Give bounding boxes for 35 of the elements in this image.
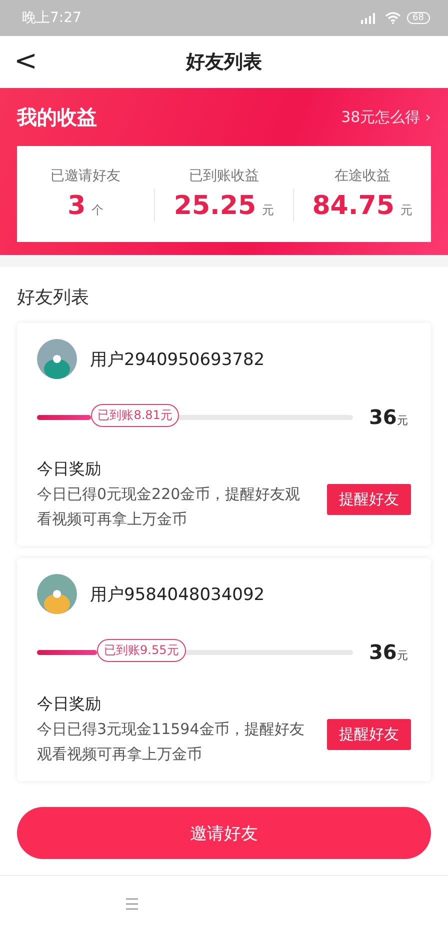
back-button[interactable]: < (10, 44, 42, 77)
stat-label: 已到账收益 (188, 167, 259, 185)
reward-title: 今日奖励 (37, 459, 102, 480)
invite-button[interactable]: 邀请好友 (17, 807, 431, 859)
stat-value: 3 (68, 191, 86, 221)
how-to-earn-link[interactable]: 38元怎么得 › (341, 108, 431, 126)
stat-value: 25.25 (174, 191, 256, 221)
stat-unit: 元 (400, 202, 412, 219)
reward-title: 今日奖励 (37, 694, 102, 715)
earnings-title: 我的收益 (17, 104, 97, 130)
page-title: 好友列表 (186, 50, 262, 75)
stat-label: 已邀请好友 (50, 167, 121, 185)
reward-text: 今日已得3元现金11594金币，提醒好友观看视频可再拿上万金币 (37, 719, 306, 765)
stat-label: 在途收益 (334, 167, 390, 185)
stat-value: 84.75 (312, 191, 394, 221)
avatar-icon (37, 574, 77, 614)
stat-unit: 个 (92, 202, 104, 219)
menu-icon[interactable] (125, 898, 139, 910)
user-name: 用户9584048034092 (90, 584, 265, 606)
section-title: 好友列表 (17, 286, 90, 309)
target-unit: 元 (396, 413, 408, 428)
battery-indicator: 68 (406, 12, 430, 24)
status-time: 晚上7:27 (22, 9, 82, 27)
avatar-icon (37, 339, 77, 379)
remind-button[interactable]: 提醒好友 (327, 484, 411, 515)
target-amount: 36 (369, 405, 397, 429)
received-badge: 已到账9.55元 (97, 638, 186, 662)
remind-button[interactable]: 提醒好友 (327, 719, 411, 750)
stat-unit: 元 (262, 202, 274, 219)
target-amount: 36 (369, 640, 397, 664)
target-unit: 元 (396, 648, 408, 663)
reward-text: 今日已得0元现金220金币，提醒好友观看视频可再拿上万金币 (37, 484, 302, 530)
user-name: 用户2940950693782 (90, 348, 265, 370)
received-badge: 已到账8.81元 (90, 404, 180, 426)
wifi-icon (384, 12, 401, 24)
